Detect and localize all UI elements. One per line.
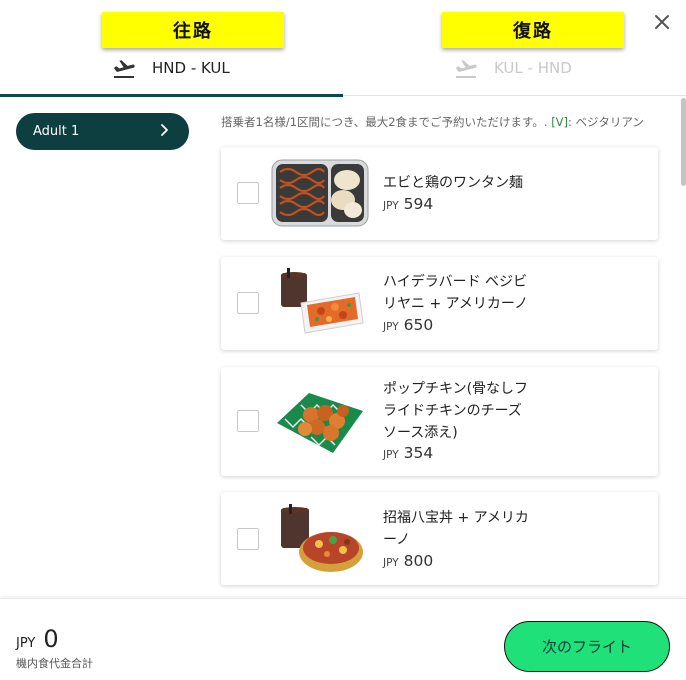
plane-takeoff-icon bbox=[112, 57, 136, 79]
meal-image-pop-chicken bbox=[271, 383, 369, 461]
meal-name: ポップチキン(骨なしフライドチキンのチーズソース添え) bbox=[383, 381, 529, 441]
meal-checkbox[interactable] bbox=[237, 292, 259, 314]
meal-card[interactable]: ハイデラバード ベジビリヤニ + アメリカーノ JPY 650 bbox=[221, 257, 658, 350]
meal-checkbox[interactable] bbox=[237, 410, 259, 432]
return-highlight-label: 復路 bbox=[442, 12, 624, 48]
chevron-right-icon bbox=[157, 123, 171, 141]
meal-price: JPY 354 bbox=[383, 444, 433, 462]
meal-card[interactable]: エビと鶏のワンタン麺 JPY 594 bbox=[221, 147, 658, 240]
outbound-highlight-label: 往路 bbox=[102, 12, 284, 48]
outbound-route: HND - KUL bbox=[112, 56, 230, 80]
total-label: 機内食代金合計 bbox=[16, 657, 93, 670]
tab-outbound[interactable]: 往路 HND - KUL bbox=[0, 0, 343, 97]
meal-image-eight-treasure-rice-americano bbox=[271, 504, 369, 576]
meal-card[interactable]: ポップチキン(骨なしフライドチキンのチーズソース添え) JPY 354 bbox=[221, 367, 658, 476]
close-button[interactable] bbox=[650, 12, 674, 36]
meal-price: JPY 594 bbox=[383, 195, 433, 213]
flight-tabs-header: 往路 HND - KUL 復路 KUL - HND bbox=[0, 0, 686, 97]
active-tab-indicator bbox=[0, 94, 343, 97]
price-amount: 354 bbox=[403, 444, 434, 462]
passenger-selector-adult-1[interactable]: Adult 1 bbox=[16, 113, 189, 150]
next-flight-button[interactable]: 次のフライト bbox=[504, 621, 670, 672]
meal-image-veg-biryani-americano bbox=[271, 267, 369, 339]
price-amount: 650 bbox=[403, 316, 434, 334]
total-amount: 0 bbox=[43, 625, 59, 653]
total-currency: JPY bbox=[16, 636, 36, 651]
meal-checkbox[interactable] bbox=[237, 528, 259, 550]
meal-name: ハイデラバード ベジビリヤニ + アメリカーノ bbox=[383, 274, 529, 312]
meal-price: JPY 650 bbox=[383, 316, 433, 334]
plane-takeoff-icon bbox=[454, 57, 478, 79]
price-currency: JPY bbox=[383, 557, 399, 569]
price-currency: JPY bbox=[383, 200, 399, 212]
vegetarian-tag: [V] bbox=[551, 115, 569, 129]
note-main-text: 搭乗者1名様/1区間につき、最大2食までご予約いただけます。. bbox=[221, 115, 552, 129]
meal-limit-note: 搭乗者1名様/1区間につき、最大2食までご予約いただけます。. [V]: ベジタ… bbox=[221, 114, 661, 130]
price-currency: JPY bbox=[383, 449, 399, 461]
meal-checkbox[interactable] bbox=[237, 182, 259, 204]
price-amount: 594 bbox=[403, 195, 434, 213]
price-amount: 800 bbox=[403, 552, 434, 570]
return-route-text: KUL - HND bbox=[494, 59, 572, 77]
meal-name: エビと鶏のワンタン麺 bbox=[383, 175, 523, 191]
vegetarian-legend: : ベジタリアン bbox=[568, 115, 644, 129]
passenger-label: Adult 1 bbox=[33, 124, 80, 139]
price-currency: JPY bbox=[383, 321, 399, 333]
tab-return[interactable]: 復路 KUL - HND bbox=[343, 0, 686, 96]
meal-price: JPY 800 bbox=[383, 552, 433, 570]
scrollbar-thumb[interactable] bbox=[681, 98, 686, 186]
meal-name: 招福八宝丼 + アメリカーノ bbox=[383, 510, 529, 548]
footer-bar: JPY 0 機内食代金合計 次のフライト bbox=[0, 598, 686, 680]
close-icon bbox=[654, 14, 670, 34]
return-route: KUL - HND bbox=[454, 56, 572, 80]
outbound-route-text: HND - KUL bbox=[152, 59, 230, 77]
meal-total: JPY 0 bbox=[16, 625, 59, 653]
meal-card[interactable]: 招福八宝丼 + アメリカーノ JPY 800 bbox=[221, 492, 658, 585]
meal-image-wonton-noodles bbox=[271, 158, 369, 228]
